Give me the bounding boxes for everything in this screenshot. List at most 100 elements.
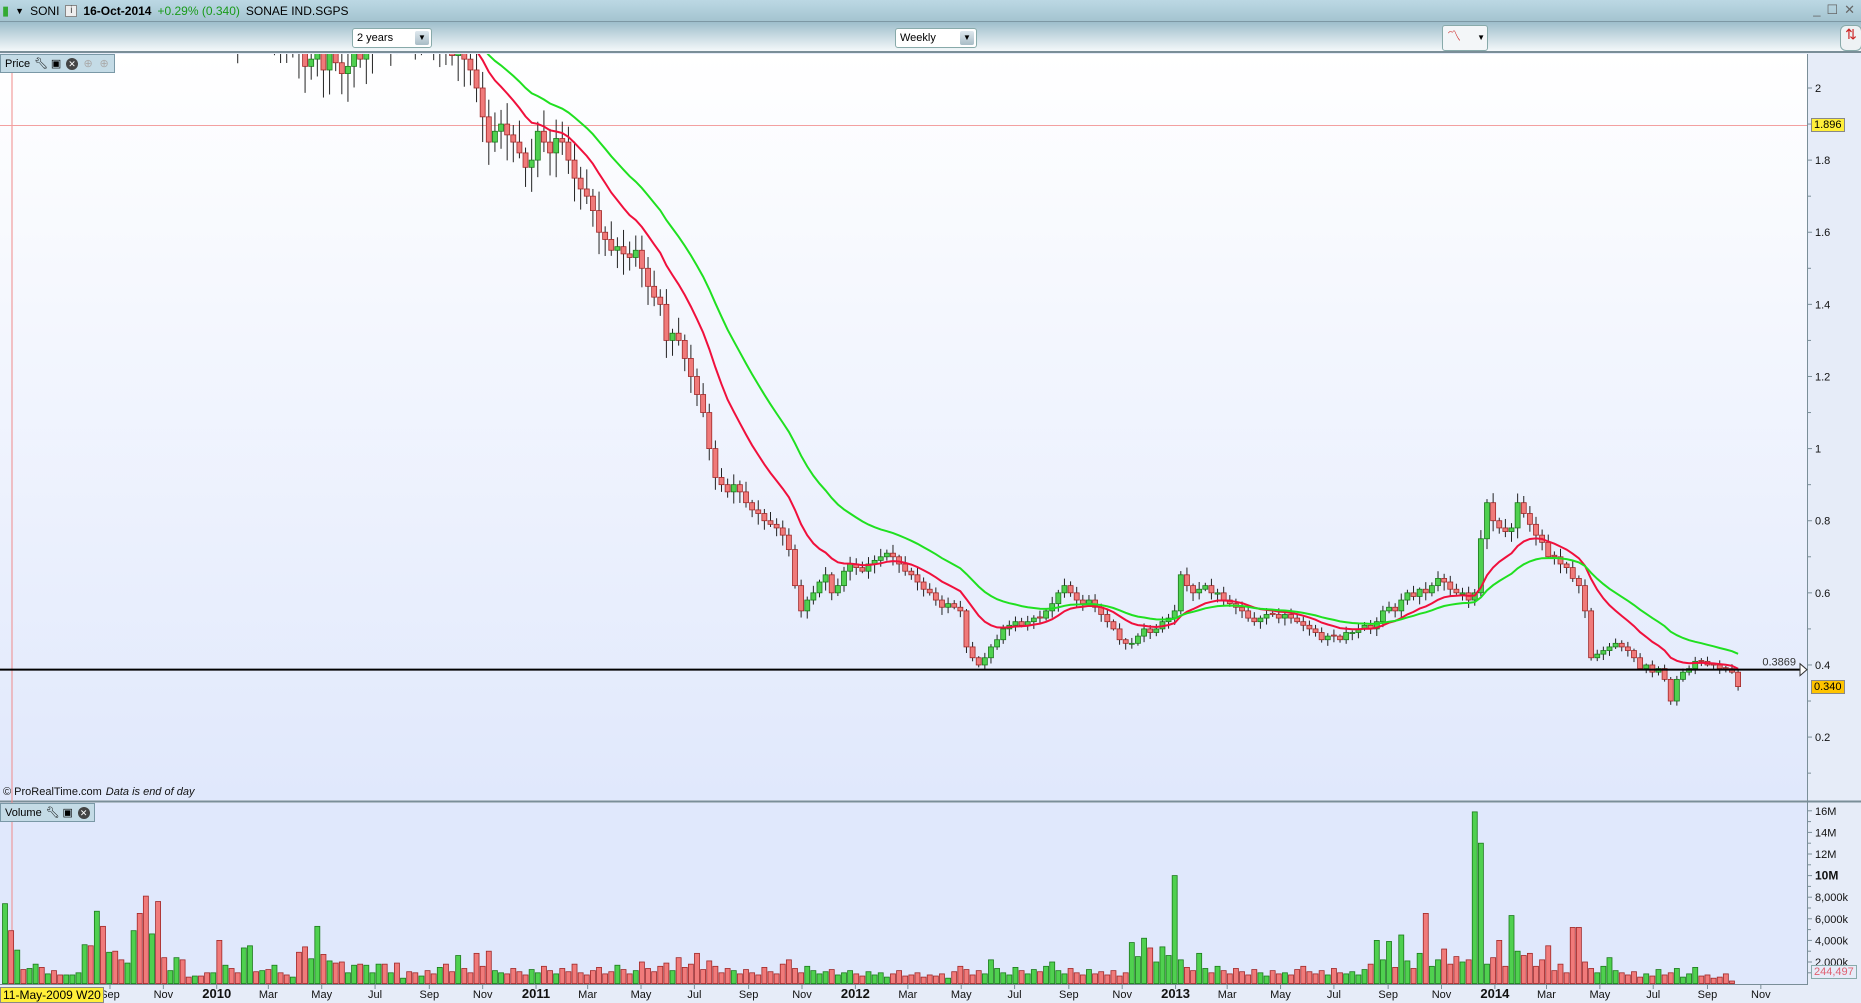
close-panel-icon[interactable]: ✕: [66, 57, 79, 70]
candle: [1667, 677, 1674, 705]
candle-body: [1508, 527, 1515, 532]
candle-body: [217, 0, 222, 16]
candle-body: [296, 30, 301, 52]
volume-bar: [681, 967, 688, 984]
volume-bar: [516, 971, 523, 984]
move-down-icon[interactable]: ⊕: [98, 58, 110, 70]
candle-body: [485, 116, 492, 143]
candle-body: [241, 19, 246, 37]
volume-bar: [1673, 968, 1680, 984]
candle-body: [1343, 632, 1350, 641]
price-tick-label: 1.6: [1815, 227, 1830, 239]
candle-body: [1079, 599, 1086, 605]
candle: [237, 54, 239, 64]
chart-canvas[interactable]: 2 1.8 1.6 1.4 1.2 1 0.8 0.6 0.4 0.2 16M 14M 12M 10M 8,…: [0, 0, 1861, 1002]
window-icon[interactable]: ▣: [62, 807, 74, 819]
volume-bar: [1257, 972, 1264, 984]
candle-body: [467, 58, 474, 71]
volume-bar: [1404, 960, 1411, 984]
volume-bar: [1331, 968, 1337, 984]
candle-body: [260, 12, 265, 23]
volume-bar: [1288, 974, 1294, 984]
price-tick-label: 0.8: [1815, 516, 1830, 528]
volume-bar: [1184, 967, 1190, 984]
candle-body: [449, 54, 455, 56]
candle: [3, 0, 8, 16]
volume-bar: [124, 962, 131, 984]
candle-body: [1202, 585, 1209, 590]
candle-body: [1588, 610, 1595, 659]
candle-body: [1392, 606, 1399, 612]
volume-bar: [730, 970, 737, 984]
candle: [27, 0, 32, 39]
volume-bar: [375, 963, 382, 984]
volume-bar: [1135, 956, 1141, 984]
candle-body: [1110, 621, 1117, 630]
candle-body: [320, 54, 327, 71]
wrench-icon[interactable]: 🔧︎: [46, 807, 60, 819]
candle-body: [266, 12, 271, 30]
close-panel-icon[interactable]: ✕: [77, 806, 90, 819]
candle-body: [1569, 567, 1576, 579]
window-icon[interactable]: ▣: [50, 58, 62, 70]
candle-body: [1520, 502, 1527, 514]
volume-bar: [1324, 974, 1331, 984]
volume-bar: [1380, 959, 1386, 984]
candle: [420, 54, 422, 56]
volume-bar: [951, 971, 958, 984]
candle-body: [1239, 606, 1245, 612]
volume-bar: [822, 971, 829, 984]
volume-bar: [602, 973, 609, 984]
candle-body: [828, 574, 835, 594]
candle-body: [1410, 592, 1417, 597]
candle-body: [669, 332, 676, 341]
candle-body: [351, 54, 357, 67]
x-tick-label: May: [951, 989, 972, 1001]
candle-body: [1502, 527, 1509, 532]
candle-body: [724, 484, 731, 493]
volume-bar: [1086, 969, 1092, 984]
volume-bar: [626, 973, 633, 984]
volume-bar: [1147, 947, 1154, 984]
volume-bar: [449, 971, 455, 984]
candle-body: [694, 376, 700, 395]
volume-bar: [1471, 811, 1478, 984]
volume-bar: [1282, 972, 1288, 984]
volume-bar: [247, 945, 253, 984]
volume-bar: [1710, 977, 1717, 984]
volume-bar: [1361, 969, 1368, 984]
volume-bar: [1502, 965, 1509, 984]
volume-bar: [1686, 973, 1692, 984]
volume-bar: [314, 925, 321, 984]
volume-bar: [363, 964, 370, 984]
volume-bar: [1226, 973, 1233, 984]
x-tick-label: 2013: [1161, 986, 1190, 1001]
candle-body: [608, 239, 615, 251]
volume-bar: [1141, 937, 1147, 984]
volume-bar: [1073, 972, 1080, 984]
volume-tick-label: 14M: [1815, 827, 1836, 839]
candle-body: [1269, 612, 1276, 615]
candle-body: [1447, 581, 1454, 590]
candle-body: [755, 509, 762, 514]
candle-body: [1018, 621, 1025, 626]
volume-bar: [932, 975, 939, 984]
candle-body: [632, 249, 639, 258]
volume-bar: [792, 968, 798, 984]
volume-bar: [1631, 971, 1637, 984]
volume-bar: [2, 903, 8, 984]
candle-body: [443, 30, 448, 44]
candle-body: [370, 34, 375, 45]
cursor-price-label: 1.896: [1811, 118, 1845, 132]
volume-bar: [308, 958, 315, 984]
candle-body: [27, 0, 32, 9]
candle-body: [1680, 671, 1686, 680]
candle-body: [743, 491, 749, 504]
volume-bar: [228, 968, 235, 984]
move-up-icon[interactable]: ⊕: [82, 58, 94, 70]
volume-bar: [1202, 968, 1209, 984]
candle-body: [614, 246, 621, 251]
volume-tick-label: 8,000k: [1815, 892, 1849, 904]
wrench-icon[interactable]: 🔧︎: [34, 58, 48, 70]
volume-bar: [1116, 975, 1123, 984]
